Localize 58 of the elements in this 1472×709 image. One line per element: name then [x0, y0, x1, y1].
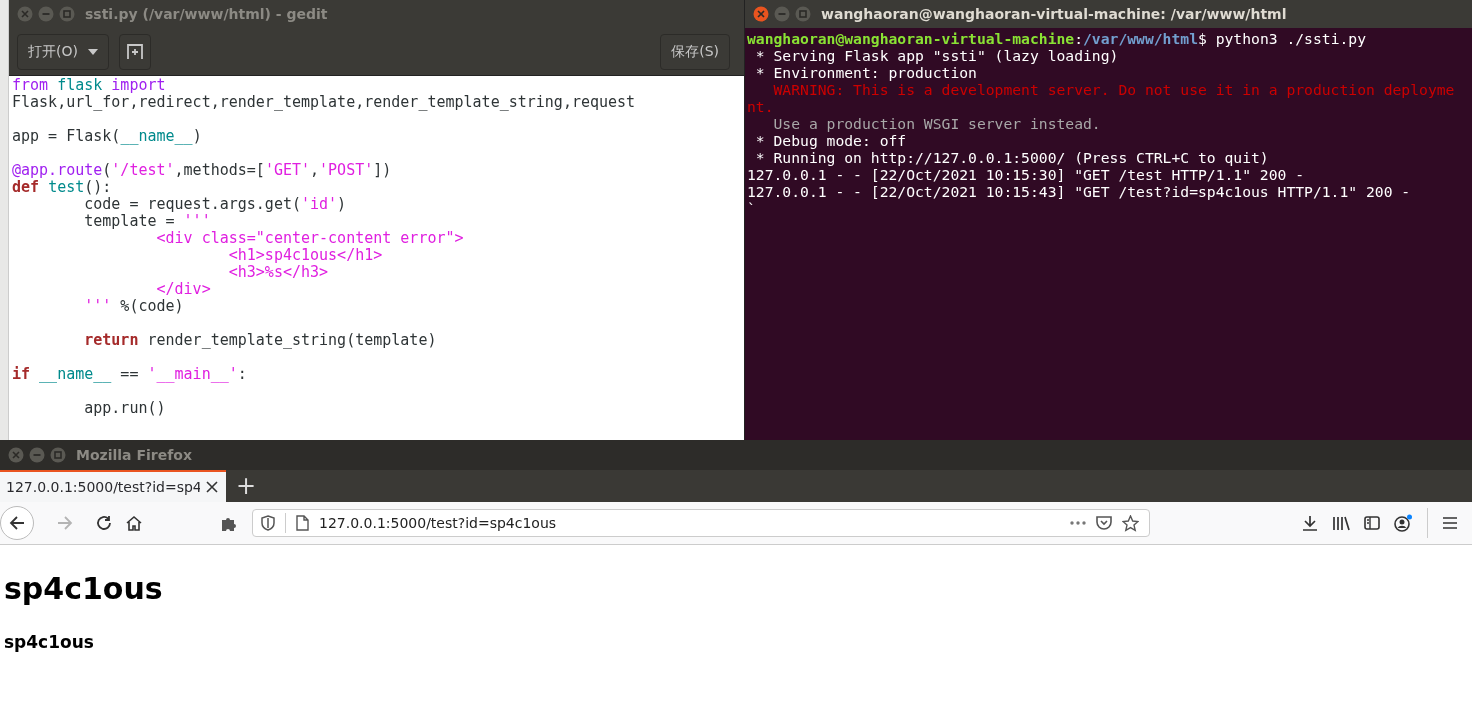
forward-arrow-icon: [56, 514, 74, 532]
library-icon[interactable]: [1332, 515, 1350, 531]
window-title: ssti.py (/var/www/html) - gedit: [85, 6, 328, 22]
code-line: <h1>sp4c1ous</h1>: [227, 247, 384, 264]
code-line: from flask import: [12, 77, 167, 94]
terminal-line: nt.: [747, 98, 775, 115]
page-subheading: sp4c1ous: [4, 632, 95, 652]
terminal-line: * Running on http://127.0.0.1:5000/ (Press CTRL+C to quit): [754, 149, 1270, 166]
terminal-line: * Debug mode: off: [754, 132, 908, 149]
code-line: template = ''': [83, 213, 212, 230]
pocket-icon[interactable]: [1096, 515, 1112, 531]
terminal-line: wanghaoran@wanghaoran-virtual-machine:/var/www/html$ python3 ./ssti.py: [747, 30, 1367, 47]
code-line: return render_template_string(template): [83, 332, 438, 349]
sidebar-icon[interactable]: [1364, 516, 1380, 530]
address-bar[interactable]: 127.0.0.1:5000/test?id=sp4c1ous: [252, 509, 1150, 537]
more-icon[interactable]: [1070, 521, 1086, 525]
url-text: 127.0.0.1:5000/test?id=sp4c1ous: [319, 515, 557, 531]
terminal-line: 127.0.0.1 - - [22/Oct/2021 10:15:43] "GET /test?id=sp4c1ous HTTP/1.1" 200 -: [747, 183, 1412, 200]
code-line: def test():: [12, 179, 113, 196]
back-arrow-icon: [8, 514, 26, 532]
download-icon[interactable]: [1302, 515, 1318, 531]
terminal-line: Use a production WSGI server instead.: [772, 115, 1102, 132]
browser-tab[interactable]: 127.0.0.1:5000/test?id=sp4: [0, 470, 226, 502]
open-button[interactable]: 打开(O): [17, 33, 109, 70]
shield-icon[interactable]: [261, 515, 275, 531]
caret-icon: [87, 48, 98, 55]
page-icon: [296, 515, 309, 531]
code-line: Flask,url_for,redirect,render_template,render_template_string,request: [12, 94, 637, 111]
terminal-line: 127.0.0.1 - - [22/Oct/2021 10:15:30] "GET /test HTTP/1.1" 200 -: [747, 166, 1306, 183]
new-tab-button[interactable]: +: [226, 470, 266, 502]
new-document-icon: [126, 44, 143, 59]
window-title: Mozilla Firefox: [76, 447, 192, 463]
code-line: <div class="center-content error">: [155, 230, 465, 247]
code-line: <h3>%s</h3>: [227, 264, 330, 281]
window-title: wanghaoran@wanghaoran-virtual-machine: /var/www/html: [821, 6, 1287, 22]
account-icon[interactable]: [1394, 514, 1413, 532]
save-button[interactable]: 保存(S): [660, 33, 730, 70]
code-line: </div>: [155, 281, 212, 298]
close-icon[interactable]: [206, 481, 218, 493]
menu-icon[interactable]: [1442, 516, 1458, 530]
code-line: @app.route('/test',methods=['GET','POST']): [12, 162, 393, 179]
tab-title: 127.0.0.1:5000/test?id=sp4: [6, 479, 200, 495]
code-line: ''' %(code): [83, 298, 185, 315]
terminal-line: `: [747, 200, 757, 217]
new-tab-button[interactable]: [118, 33, 151, 70]
page-heading: sp4c1ous: [4, 571, 164, 606]
reload-icon[interactable]: [96, 515, 112, 531]
code-line: code = request.args.get('id'): [83, 196, 348, 213]
close-button[interactable]: [753, 6, 769, 22]
code-line: app = Flask(__name__): [12, 128, 203, 145]
code-line: if __name__ == '__main__':: [12, 366, 248, 383]
home-icon[interactable]: [126, 515, 142, 531]
back-button[interactable]: [0, 506, 34, 540]
star-icon[interactable]: [1122, 514, 1139, 532]
terminal-line: * Environment: production: [754, 64, 978, 81]
terminal-line: * Serving Flask app "ssti" (lazy loading): [754, 47, 1120, 64]
code-line: app.run(): [83, 400, 167, 417]
terminal-line: WARNING: This is a development server. Do not use it in a production deployme: [772, 81, 1456, 98]
